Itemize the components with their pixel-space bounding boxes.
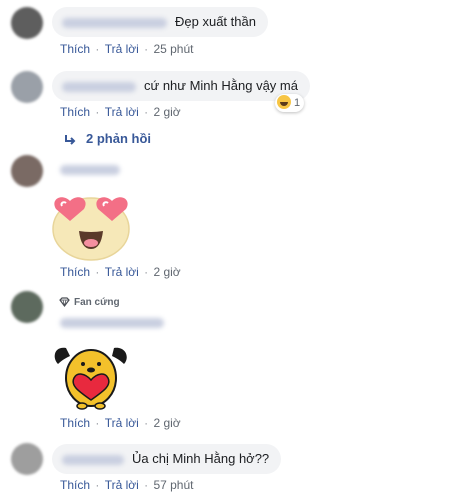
- separator: ·: [92, 478, 103, 492]
- haha-icon: [277, 95, 291, 110]
- like-link[interactable]: Thích: [60, 416, 90, 430]
- reply-link[interactable]: Trả lời: [105, 265, 139, 279]
- reaction-number: 1: [294, 97, 301, 109]
- like-link[interactable]: Thích: [60, 42, 90, 56]
- like-link[interactable]: Thích: [60, 105, 90, 119]
- timestamp[interactable]: 2 giờ: [153, 265, 180, 279]
- avatar[interactable]: [11, 155, 43, 187]
- comment-bubble: Ủa chị Minh Hằng hở??: [52, 444, 282, 474]
- separator: ·: [92, 416, 103, 430]
- separator: ·: [140, 105, 152, 119]
- comment-text: Ủa chị Minh Hằng hở??: [132, 451, 270, 466]
- like-link[interactable]: Thích: [60, 478, 90, 492]
- avatar[interactable]: [11, 291, 43, 323]
- timestamp[interactable]: 2 giờ: [153, 416, 180, 430]
- reply-link[interactable]: Trả lời: [105, 478, 139, 492]
- heart-eyes-sticker: [52, 197, 130, 261]
- timestamp[interactable]: 25 phút: [153, 42, 193, 56]
- like-link[interactable]: Thích: [60, 265, 90, 279]
- dog-heart-sticker: [54, 347, 127, 410]
- commenter-name[interactable]: [62, 454, 124, 465]
- commenter-name[interactable]: [60, 318, 164, 328]
- comment-text: Đẹp xuất thần: [175, 14, 256, 29]
- badge-label: Fan cứng: [74, 297, 120, 308]
- timestamp[interactable]: 57 phút: [153, 478, 193, 492]
- avatar[interactable]: [11, 71, 43, 103]
- separator: ·: [92, 42, 103, 56]
- diamond-icon: [59, 297, 70, 308]
- reply-link[interactable]: Trả lời: [105, 416, 139, 430]
- avatar[interactable]: [11, 7, 43, 39]
- separator: ·: [140, 478, 152, 492]
- avatar[interactable]: [11, 443, 43, 475]
- comment-actions: Thích · Trả lời · 2 giờ: [60, 416, 181, 430]
- commenter-name[interactable]: [62, 81, 136, 92]
- comment-actions: Thích · Trả lời · 2 giờ: [60, 105, 181, 119]
- comment-bubble: cứ như Minh Hằng vậy má: [52, 71, 310, 101]
- comment-bubble: Đẹp xuất thần: [52, 7, 268, 37]
- reaction-count[interactable]: 1: [275, 94, 305, 112]
- separator: ·: [92, 265, 103, 279]
- fan-badge: Fan cứng: [59, 297, 120, 308]
- separator: ·: [140, 42, 152, 56]
- replies-label: 2 phản hồi: [86, 131, 151, 146]
- comment-actions: Thích · Trả lời · 57 phút: [60, 478, 194, 492]
- timestamp[interactable]: 2 giờ: [153, 105, 180, 119]
- comment-actions: Thích · Trả lời · 25 phút: [60, 42, 194, 56]
- separator: ·: [140, 265, 152, 279]
- reply-link[interactable]: Trả lời: [105, 42, 139, 56]
- separator: ·: [92, 105, 103, 119]
- view-replies-link[interactable]: 2 phản hồi: [64, 131, 151, 146]
- separator: ·: [140, 416, 152, 430]
- comment-actions: Thích · Trả lời · 2 giờ: [60, 265, 181, 279]
- comment-text: cứ như Minh Hằng vậy má: [144, 78, 298, 93]
- reply-link[interactable]: Trả lời: [105, 105, 139, 119]
- commenter-name[interactable]: [60, 165, 120, 175]
- reply-arrow-icon: [65, 134, 76, 145]
- commenter-name[interactable]: [62, 17, 167, 28]
